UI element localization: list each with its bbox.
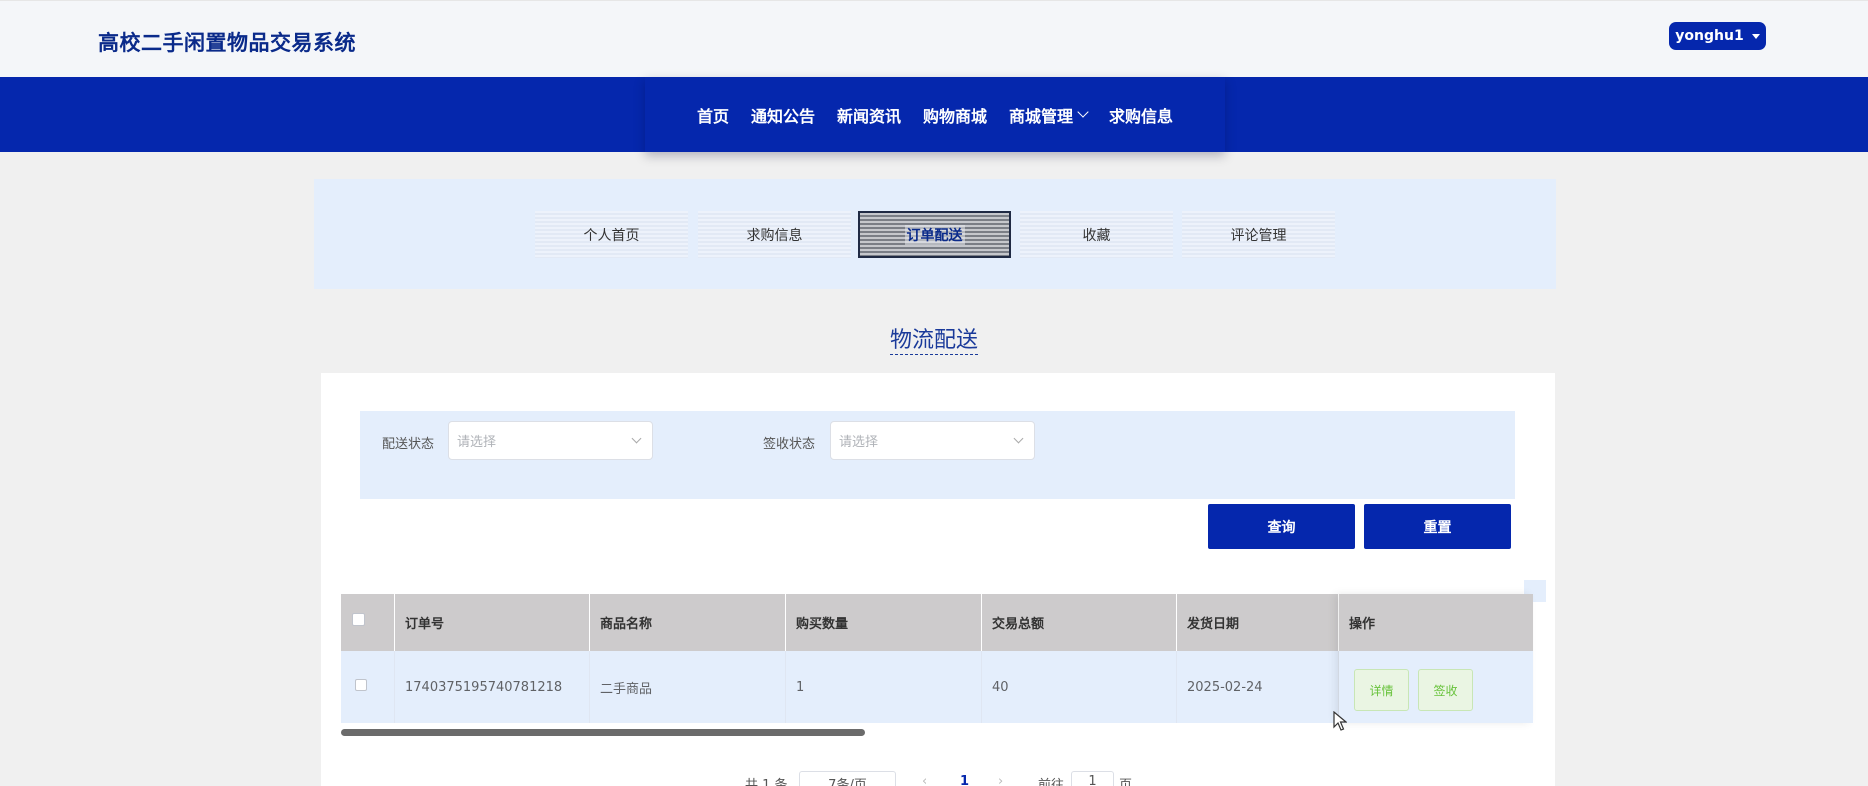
select-all-checkbox[interactable] xyxy=(352,613,365,626)
nav-item-home[interactable]: 首页 xyxy=(686,103,740,127)
chevron-down-icon xyxy=(631,433,642,444)
pagination-total: 共 1 条 xyxy=(745,778,788,786)
col-order-no[interactable]: 订单号 xyxy=(395,594,590,651)
tab-review-management[interactable]: 评论管理 xyxy=(1182,211,1335,258)
delivery-status-placeholder: 请选择 xyxy=(457,435,497,450)
row-select-cell xyxy=(341,651,395,723)
top-bar: 高校二手闲置物品交易系统 yonghu1 xyxy=(0,0,1868,77)
delivery-status-label: 配送状态 xyxy=(382,437,435,452)
main-navbar: 首页 通知公告 新闻资讯 购物商城 商城管理 求购信息 xyxy=(0,77,1868,152)
col-quantity[interactable]: 购买数量 xyxy=(786,594,982,651)
tab-order-delivery[interactable]: 订单配送 xyxy=(858,211,1011,258)
delivery-status-select[interactable]: 请选择 xyxy=(448,421,653,460)
sign-status-label: 签收状态 xyxy=(763,437,816,452)
page-title: 物流配送 xyxy=(889,328,978,355)
cell-ship-date: 2025-02-24 xyxy=(1177,651,1339,723)
col-ship-date[interactable]: 发货日期 xyxy=(1177,594,1339,651)
sign-status-select[interactable]: 请选择 xyxy=(830,421,1035,460)
nav-item-mall-management-label: 商城管理 xyxy=(1009,106,1074,126)
tab-label: 收藏 xyxy=(1082,227,1111,244)
col-total[interactable]: 交易总额 xyxy=(982,594,1177,651)
cell-total: 40 xyxy=(982,651,1177,723)
goto-label: 前往 xyxy=(1038,778,1065,786)
scrollbar-thumb[interactable] xyxy=(341,729,865,736)
select-all-cell xyxy=(341,594,395,651)
tab-label: 求购信息 xyxy=(746,227,803,244)
nav-item-mall-management[interactable]: 商城管理 xyxy=(998,103,1098,127)
cell-product-name: 二手商品 xyxy=(590,651,786,723)
tab-label: 个人首页 xyxy=(583,227,640,244)
caret-down-icon xyxy=(1751,33,1760,39)
nav-menu: 首页 通知公告 新闻资讯 购物商城 商城管理 求购信息 xyxy=(645,77,1225,152)
page-size-select[interactable]: 7条/页 xyxy=(799,771,896,786)
reset-button[interactable]: 重置 xyxy=(1364,504,1511,549)
chevron-down-icon xyxy=(1077,106,1089,118)
row-checkbox[interactable] xyxy=(355,679,367,691)
table-horizontal-scrollbar[interactable] xyxy=(341,728,1533,736)
nav-item-purchase-requests[interactable]: 求购信息 xyxy=(1098,103,1184,127)
nav-item-news[interactable]: 新闻资讯 xyxy=(826,103,912,127)
nav-item-mall[interactable]: 购物商城 xyxy=(912,103,998,127)
sign-button[interactable]: 签收 xyxy=(1418,669,1473,711)
prev-page-icon[interactable]: ‹ xyxy=(922,774,927,786)
page-unit-label: 页 xyxy=(1119,778,1133,786)
search-button[interactable]: 查询 xyxy=(1208,504,1355,549)
tab-label: 订单配送 xyxy=(904,224,965,245)
username-label: yonghu1 xyxy=(1675,28,1744,44)
tab-favorites[interactable]: 收藏 xyxy=(1020,211,1173,258)
col-product-name[interactable]: 商品名称 xyxy=(590,594,786,651)
cell-order-no: 1740375195740781218 xyxy=(395,651,590,723)
detail-button[interactable]: 详情 xyxy=(1354,669,1409,711)
chevron-down-icon xyxy=(1013,433,1024,444)
tab-purchase-requests[interactable]: 求购信息 xyxy=(698,211,851,258)
page-number-current[interactable]: 1 xyxy=(960,774,969,786)
next-page-icon[interactable]: › xyxy=(998,774,1003,786)
tab-label: 评论管理 xyxy=(1230,227,1287,244)
site-title: 高校二手闲置物品交易系统 xyxy=(98,31,356,55)
tab-profile-home[interactable]: 个人首页 xyxy=(535,211,688,258)
nav-item-notices[interactable]: 通知公告 xyxy=(740,103,826,127)
user-menu-button[interactable]: yonghu1 xyxy=(1669,22,1766,50)
page-size-value: 7条/页 xyxy=(828,778,867,786)
sign-status-placeholder: 请选择 xyxy=(839,435,879,450)
mouse-cursor-icon xyxy=(1333,711,1347,731)
goto-page-input[interactable]: 1 xyxy=(1071,771,1114,786)
section-title-wrap: 物流配送 xyxy=(0,322,1868,355)
goto-page-value: 1 xyxy=(1088,774,1097,786)
cell-quantity: 1 xyxy=(786,651,982,723)
